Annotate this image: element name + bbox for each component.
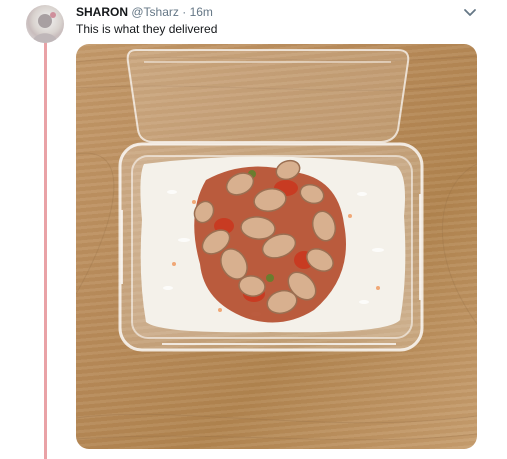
chevron-down-icon[interactable] [462, 6, 478, 20]
avatar-image [32, 12, 58, 43]
tweet-timestamp[interactable]: 16m [190, 5, 213, 19]
tweet-photo[interactable] [76, 44, 477, 449]
tweet-text: This is what they delivered [76, 22, 218, 36]
author-handle[interactable]: @Tsharz [131, 5, 179, 19]
author-name[interactable]: SHARON [76, 5, 128, 19]
food-container-image [76, 49, 477, 441]
separator-dot: · [182, 5, 187, 19]
thread-line [44, 40, 47, 459]
avatar[interactable] [26, 5, 64, 43]
tweet-header: SHARON @Tsharz · 16m [76, 4, 213, 20]
